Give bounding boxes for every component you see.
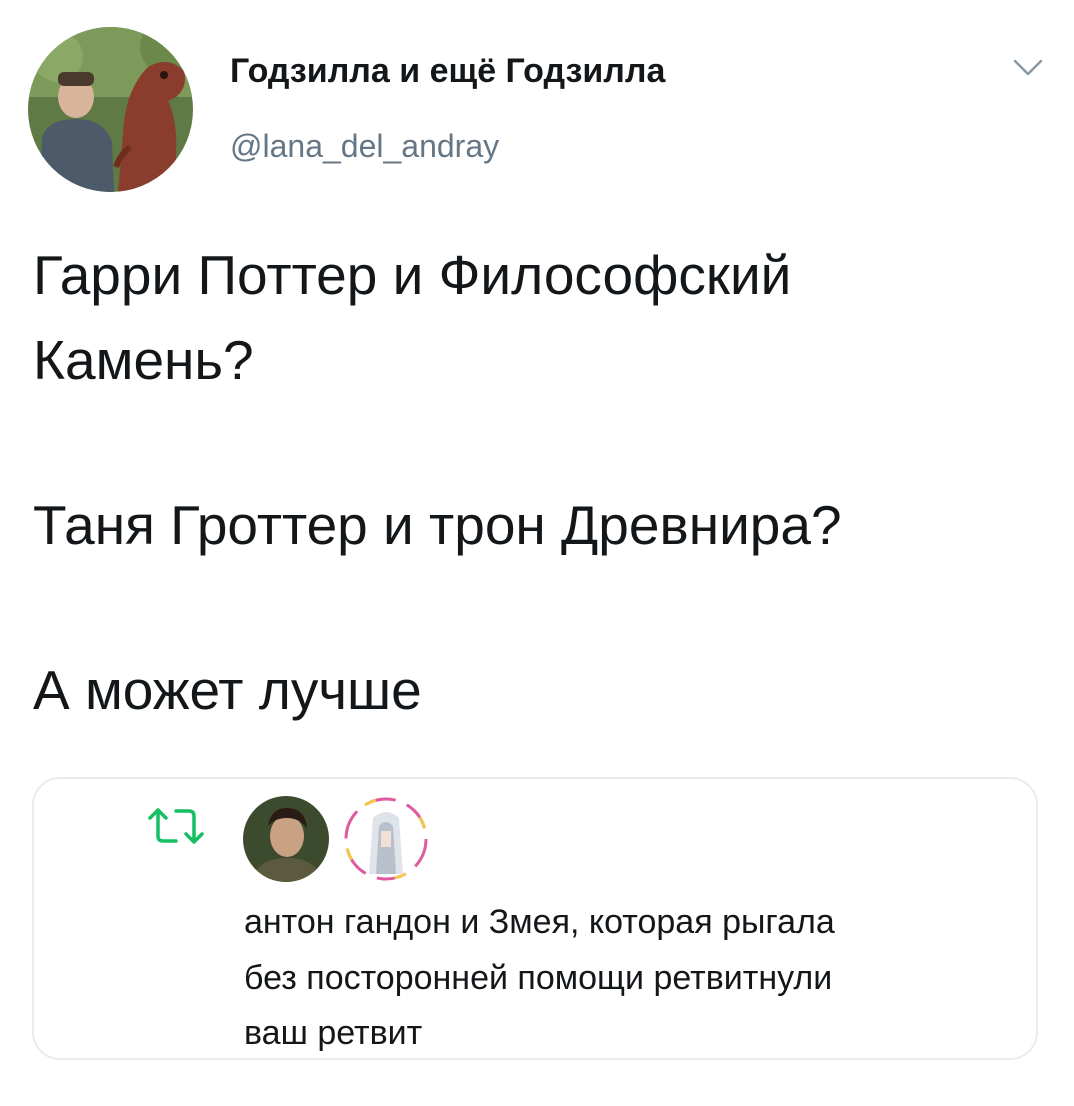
retweet-context-text: без посторонней помощи ретвитнули	[244, 959, 833, 997]
tweet-text-line: Камень?	[33, 329, 254, 391]
tweet-text-line: А может лучше	[33, 659, 422, 721]
profile-avatar[interactable]	[28, 27, 193, 192]
chevron-down-icon[interactable]	[1013, 58, 1043, 78]
retweeter-avatar[interactable]	[243, 796, 329, 882]
tweet-text-line: Таня Гроттер и трон Древнира?	[33, 494, 842, 556]
retweet-icon	[146, 806, 206, 846]
tweet-text-line: Гарри Поттер и Философский	[33, 244, 792, 306]
avatar-photo	[28, 27, 193, 192]
retweet-context-text: антон гандон и Змея, которая рыгала	[244, 903, 835, 941]
retweet-context-text: ваш ретвит	[244, 1014, 423, 1052]
retweeter-avatar[interactable]	[343, 796, 429, 882]
display-name[interactable]: Годзилла и ещё Годзилла	[230, 52, 665, 91]
user-handle[interactable]: @lana_del_andray	[230, 128, 499, 165]
